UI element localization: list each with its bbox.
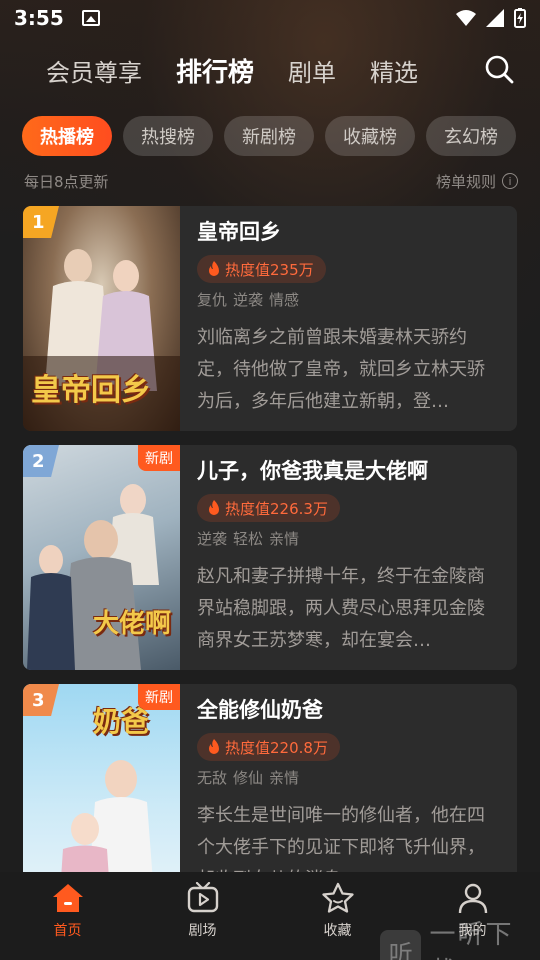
heat-badge: 热度值235万 xyxy=(197,255,326,283)
ranking-chips: 热播榜 热搜榜 新剧榜 收藏榜 玄幻榜 xyxy=(22,116,540,156)
star-icon xyxy=(321,882,354,913)
watermark: 听 一听下载 xyxy=(380,914,540,960)
tab-member[interactable]: 会员尊享 xyxy=(46,53,142,88)
genre-tags: 无敌 修仙 亲情 xyxy=(197,767,499,788)
list-item[interactable]: 2 新剧 大佬啊 儿子，你爸我真是大佬啊 热度值226.3万 逆袭 轻松 亲情 … xyxy=(23,445,517,670)
status-time: 3:55 xyxy=(14,6,64,30)
drama-description: 赵凡和妻子拼搏十年，终于在金陵商界站稳脚跟，两人费尽心思拜见金陵商界女王苏梦寒，… xyxy=(197,566,485,651)
update-row: 每日8点更新 榜单规则 i xyxy=(24,170,518,192)
genre-tag: 逆袭 xyxy=(197,530,228,548)
chip-fantasy[interactable]: 玄幻榜 xyxy=(426,116,516,156)
genre-tag: 复仇 xyxy=(197,291,228,309)
watermark-text: 一听下载 xyxy=(429,920,514,960)
poster-image: 1 皇帝回乡 xyxy=(23,206,180,431)
bottom-tab-label: 首页 xyxy=(53,923,82,939)
genre-tags: 复仇 逆袭 情感 xyxy=(197,289,499,310)
tab-playlist[interactable]: 剧单 xyxy=(288,53,336,88)
update-note: 每日8点更新 xyxy=(24,172,109,191)
flame-icon xyxy=(209,739,219,754)
poster-image: 2 新剧 大佬啊 xyxy=(23,445,180,670)
heat-badge: 热度值226.3万 xyxy=(197,494,340,522)
new-badge: 新剧 xyxy=(138,445,180,471)
genre-tag: 亲情 xyxy=(269,769,300,787)
wifi-icon xyxy=(456,10,476,26)
signal-icon xyxy=(486,9,504,27)
status-icons xyxy=(456,8,526,28)
image-notification-icon xyxy=(81,10,100,26)
genre-tag: 亲情 xyxy=(269,530,300,548)
drama-title: 儿子，你爸我真是大佬啊 xyxy=(197,459,428,483)
heat-badge: 热度值220.8万 xyxy=(197,733,340,761)
genre-tag: 无敌 xyxy=(197,769,228,787)
card-info: 皇帝回乡 热度值235万 复仇 逆袭 情感 刘临离乡之前曾跟未婚妻林天骄约定，待… xyxy=(180,206,517,431)
status-bar: 3:55 xyxy=(0,0,540,36)
rules-label: 榜单规则 xyxy=(435,172,496,191)
rules-link[interactable]: 榜单规则 i xyxy=(436,171,518,192)
genre-tags: 逆袭 轻松 亲情 xyxy=(197,528,499,549)
genre-tag: 修仙 xyxy=(233,769,264,787)
search-icon[interactable] xyxy=(484,54,514,84)
chip-hot-search[interactable]: 热搜榜 xyxy=(123,116,213,156)
flame-icon xyxy=(209,500,219,515)
tab-ranking[interactable]: 排行榜 xyxy=(176,52,254,89)
info-icon: i xyxy=(502,173,518,189)
drama-description: 刘临离乡之前曾跟未婚妻林天骄约定，待他做了皇帝，就回乡立林天骄为后，多年后他建立… xyxy=(197,327,485,412)
chip-hot-play[interactable]: 热播榜 xyxy=(22,116,112,156)
bottom-tab-theater[interactable]: 剧场 xyxy=(135,872,270,960)
genre-tag: 逆袭 xyxy=(233,291,264,309)
poster-title: 皇帝回乡 xyxy=(31,373,151,408)
heat-value: 热度值235万 xyxy=(225,260,314,279)
heat-value: 热度值226.3万 xyxy=(225,499,328,518)
genre-tag: 轻松 xyxy=(233,530,264,548)
user-icon xyxy=(458,883,487,914)
list-item[interactable]: 1 皇帝回乡 皇帝回乡 热度值235万 复仇 逆袭 情感 刘临离乡之前曾跟未婚妻… xyxy=(23,206,517,431)
card-info: 儿子，你爸我真是大佬啊 热度值226.3万 逆袭 轻松 亲情 赵凡和妻子拼搏十年… xyxy=(180,445,517,670)
watermark-badge: 听 xyxy=(380,930,422,960)
ranking-list: 1 皇帝回乡 皇帝回乡 热度值235万 复仇 逆袭 情感 刘临离乡之前曾跟未婚妻… xyxy=(23,206,517,923)
home-icon xyxy=(52,884,83,912)
chip-favorites[interactable]: 收藏榜 xyxy=(325,116,415,156)
heat-value: 热度值220.8万 xyxy=(225,738,328,757)
poster-title: 奶爸 xyxy=(93,705,150,738)
chip-new-drama[interactable]: 新剧榜 xyxy=(224,116,314,156)
battery-icon xyxy=(514,8,526,28)
bottom-tab-home[interactable]: 首页 xyxy=(0,872,135,960)
tv-play-icon xyxy=(187,882,218,913)
poster-title: 大佬啊 xyxy=(93,609,172,639)
genre-tag: 情感 xyxy=(269,291,300,309)
drama-title: 皇帝回乡 xyxy=(197,220,281,244)
top-nav: 会员尊享 排行榜 剧单 精选 xyxy=(0,44,540,96)
bottom-tab-label: 收藏 xyxy=(323,923,352,939)
bottom-tab-label: 剧场 xyxy=(188,923,217,939)
flame-icon xyxy=(209,261,219,276)
drama-title: 全能修仙奶爸 xyxy=(197,698,323,722)
tab-featured[interactable]: 精选 xyxy=(370,53,418,88)
